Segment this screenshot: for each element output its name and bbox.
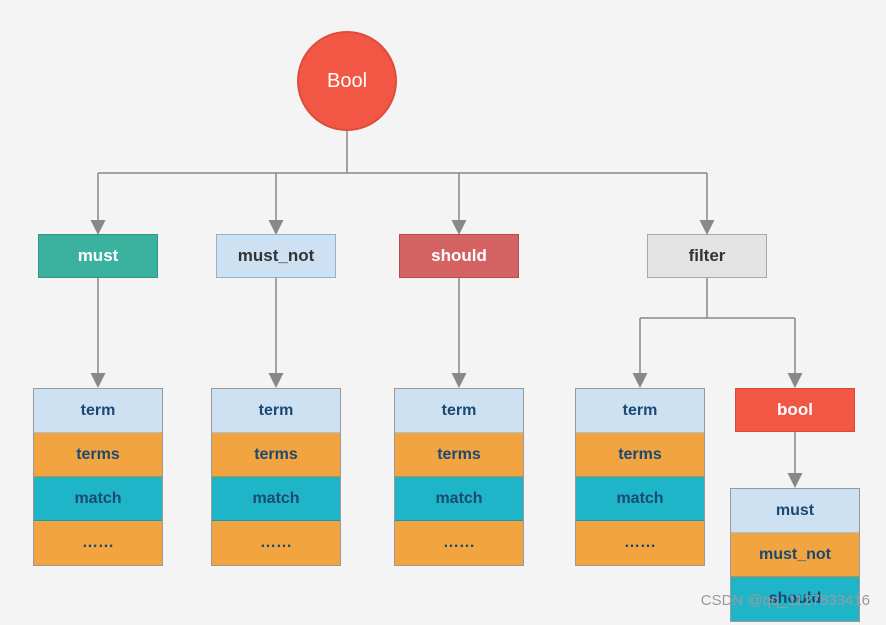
branch-should-label: should <box>431 246 487 266</box>
branch-must-not-label: must_not <box>238 246 315 266</box>
root-label: Bool <box>327 70 367 93</box>
watermark: CSDN @qq_1127833416 <box>701 592 870 609</box>
stack-must-not: term terms match …… <box>211 388 341 566</box>
cell-match: match <box>212 477 340 521</box>
cell-terms: terms <box>395 433 523 477</box>
branch-should: should <box>399 234 519 278</box>
cell-more: …… <box>34 521 162 565</box>
branch-must-not: must_not <box>216 234 336 278</box>
cell-must-not: must_not <box>731 533 859 577</box>
cell-term: term <box>576 389 704 433</box>
root-node: Bool <box>297 31 397 131</box>
stack-filter: term terms match …… <box>575 388 705 566</box>
cell-match: match <box>395 477 523 521</box>
cell-term: term <box>212 389 340 433</box>
branch-must: must <box>38 234 158 278</box>
cell-more: …… <box>212 521 340 565</box>
branch-filter-label: filter <box>689 246 726 266</box>
stack-must: term terms match …… <box>33 388 163 566</box>
cell-term: term <box>395 389 523 433</box>
cell-more: …… <box>576 521 704 565</box>
cell-match: match <box>576 477 704 521</box>
filter-bool-node: bool <box>735 388 855 432</box>
branch-filter: filter <box>647 234 767 278</box>
stack-should: term terms match …… <box>394 388 524 566</box>
cell-terms: terms <box>34 433 162 477</box>
cell-terms: terms <box>212 433 340 477</box>
cell-match: match <box>34 477 162 521</box>
filter-bool-label: bool <box>777 400 813 420</box>
cell-more: …… <box>395 521 523 565</box>
cell-must: must <box>731 489 859 533</box>
branch-must-label: must <box>78 246 119 266</box>
cell-terms: terms <box>576 433 704 477</box>
cell-term: term <box>34 389 162 433</box>
